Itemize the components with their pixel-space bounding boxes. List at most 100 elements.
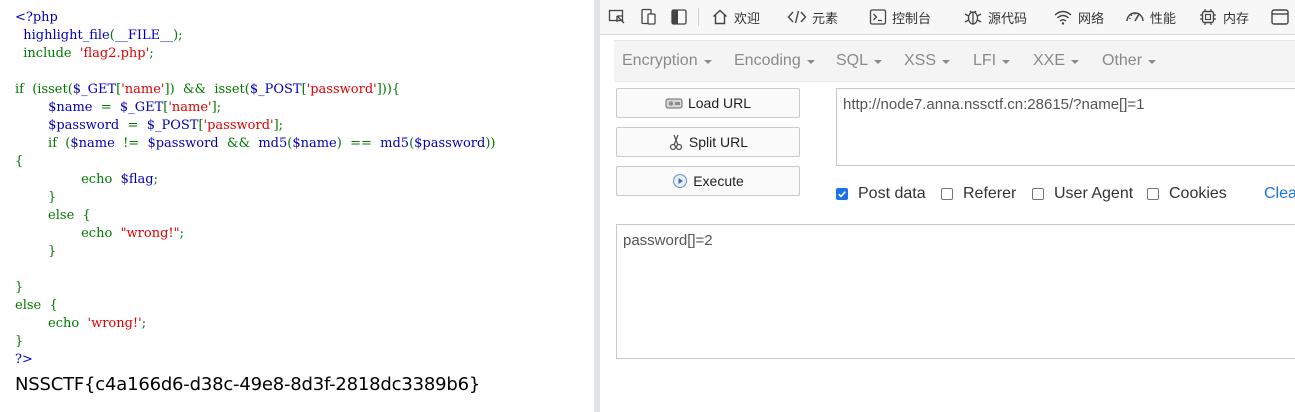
tab-welcome[interactable]: 欢迎: [711, 0, 760, 34]
caret-down-icon: [1002, 60, 1011, 64]
source-token: ])){: [376, 82, 401, 97]
cookies-checkbox[interactable]: Cookies: [1147, 183, 1227, 205]
source-token: else {: [15, 208, 91, 223]
source-token: }: [15, 190, 57, 205]
source-line: highlight_file(__FILE__);: [15, 27, 495, 45]
post-data-checkbox[interactable]: Post data: [836, 183, 926, 205]
menu-other[interactable]: Other: [1102, 41, 1157, 81]
source-token: 'password': [306, 82, 377, 97]
source-token: "wrong!": [120, 226, 180, 241]
tab-memory[interactable]: 内存: [1198, 0, 1249, 34]
checkbox-unchecked[interactable]: [1147, 188, 1159, 200]
post-data-textarea[interactable]: password[]=2: [616, 224, 1295, 359]
split-url-button[interactable]: Split URL: [616, 127, 800, 157]
source-token: !=: [123, 136, 148, 151]
user-agent-checkbox[interactable]: User Agent: [1032, 183, 1133, 205]
source-token: md5: [258, 136, 288, 151]
source-token: $password: [147, 136, 227, 151]
source-token: ;: [153, 172, 158, 187]
source-line: }: [15, 189, 495, 207]
console-icon: [869, 8, 887, 26]
source-line: echo $flag;: [15, 171, 495, 189]
checkbox-checked[interactable]: [836, 188, 848, 200]
source-line: [15, 63, 495, 81]
source-token: 'flag2.php': [79, 46, 150, 61]
source-token: =: [100, 100, 120, 115]
devtools-toolbar: 欢迎 元素 控制台 源代码 网络 性能 内存: [600, 0, 1295, 35]
menu-lfi[interactable]: LFI: [973, 41, 1011, 81]
source-token: ;: [149, 46, 154, 61]
source-token: $name: [70, 136, 124, 151]
caret-down-icon: [703, 60, 712, 64]
caret-down-icon: [1148, 60, 1157, 64]
load-url-icon: [665, 96, 683, 110]
source-token: md5: [380, 136, 410, 151]
hackbar-panel: Encryption Encoding SQL XSS LFI XXE Othe…: [600, 35, 1295, 412]
source-token: =: [127, 118, 147, 133]
source-token: echo: [15, 226, 121, 241]
source-line: }: [15, 243, 495, 261]
checkbox-unchecked[interactable]: [1032, 188, 1044, 200]
checkbox-unchecked[interactable]: [941, 188, 953, 200]
source-token: [15, 118, 48, 133]
source-line: $password = $_POST['password'];: [15, 117, 495, 135]
source-line: else {: [15, 297, 495, 315]
menu-sql[interactable]: SQL: [836, 41, 883, 81]
menu-xss[interactable]: XSS: [904, 41, 951, 81]
menu-encryption[interactable]: Encryption: [622, 41, 712, 81]
source-token: 'name': [121, 82, 165, 97]
source-token: ;: [179, 226, 184, 241]
inspect-element-icon[interactable]: [608, 0, 626, 34]
application-icon[interactable]: [1270, 0, 1290, 34]
clear-all-link[interactable]: Clea: [1264, 183, 1295, 205]
tab-console[interactable]: 控制台: [869, 0, 931, 34]
device-toolbar-icon[interactable]: [639, 0, 657, 34]
url-textarea[interactable]: http://node7.anna.nssctf.cn:28615/?name[…: [836, 88, 1295, 166]
source-token: highlight_file: [15, 28, 110, 43]
play-icon: [672, 173, 688, 189]
source-token: ) ==: [336, 136, 381, 151]
source-token: $name: [48, 100, 101, 115]
tab-elements[interactable]: 元素: [787, 0, 838, 34]
menu-encoding[interactable]: Encoding: [734, 41, 815, 81]
memory-icon: [1198, 8, 1218, 26]
caret-down-icon: [1071, 60, 1080, 64]
source-token: $_POST: [146, 118, 199, 133]
source-token: echo: [15, 316, 88, 331]
source-token: $password: [48, 118, 128, 133]
source-token: else {: [15, 298, 58, 313]
caret-down-icon: [874, 60, 883, 64]
source-line: echo 'wrong!';: [15, 315, 495, 333]
source-token: echo: [15, 172, 121, 187]
source-token: if (: [15, 136, 71, 151]
source-token: 'password': [203, 118, 274, 133]
source-token: ];: [211, 100, 222, 115]
source-token: 'wrong!': [87, 316, 142, 331]
source-token: $_POST: [249, 82, 302, 97]
source-token: ]) && isset(: [164, 82, 250, 97]
load-url-button[interactable]: Load URL: [616, 88, 800, 118]
source-token: $flag: [120, 172, 154, 187]
source-token: $_GET: [72, 82, 117, 97]
execute-button[interactable]: Execute: [616, 166, 800, 196]
dock-side-icon[interactable]: [670, 0, 688, 34]
source-token: include: [15, 46, 80, 61]
source-line: {: [15, 153, 495, 171]
source-token: $_GET: [119, 100, 164, 115]
caret-down-icon: [942, 60, 951, 64]
source-token: );: [173, 28, 183, 43]
source-token: }: [15, 280, 24, 295]
menu-xxe[interactable]: XXE: [1033, 41, 1080, 81]
gauge-icon: [1125, 8, 1145, 26]
source-token: <?php: [15, 10, 58, 25]
bug-icon: [963, 8, 983, 26]
source-token: (isset(: [32, 82, 73, 97]
tab-performance[interactable]: 性能: [1125, 0, 1176, 34]
referer-checkbox[interactable]: Referer: [941, 183, 1016, 205]
tab-network[interactable]: 网络: [1053, 0, 1104, 34]
tab-sources[interactable]: 源代码: [963, 0, 1027, 34]
source-token: if: [15, 82, 33, 97]
source-line: $name = $_GET['name'];: [15, 99, 495, 117]
flag-output: NSSCTF{c4a166d6-d38c-49e8-8d3f-2818dc338…: [15, 374, 481, 395]
source-line: }: [15, 279, 495, 297]
